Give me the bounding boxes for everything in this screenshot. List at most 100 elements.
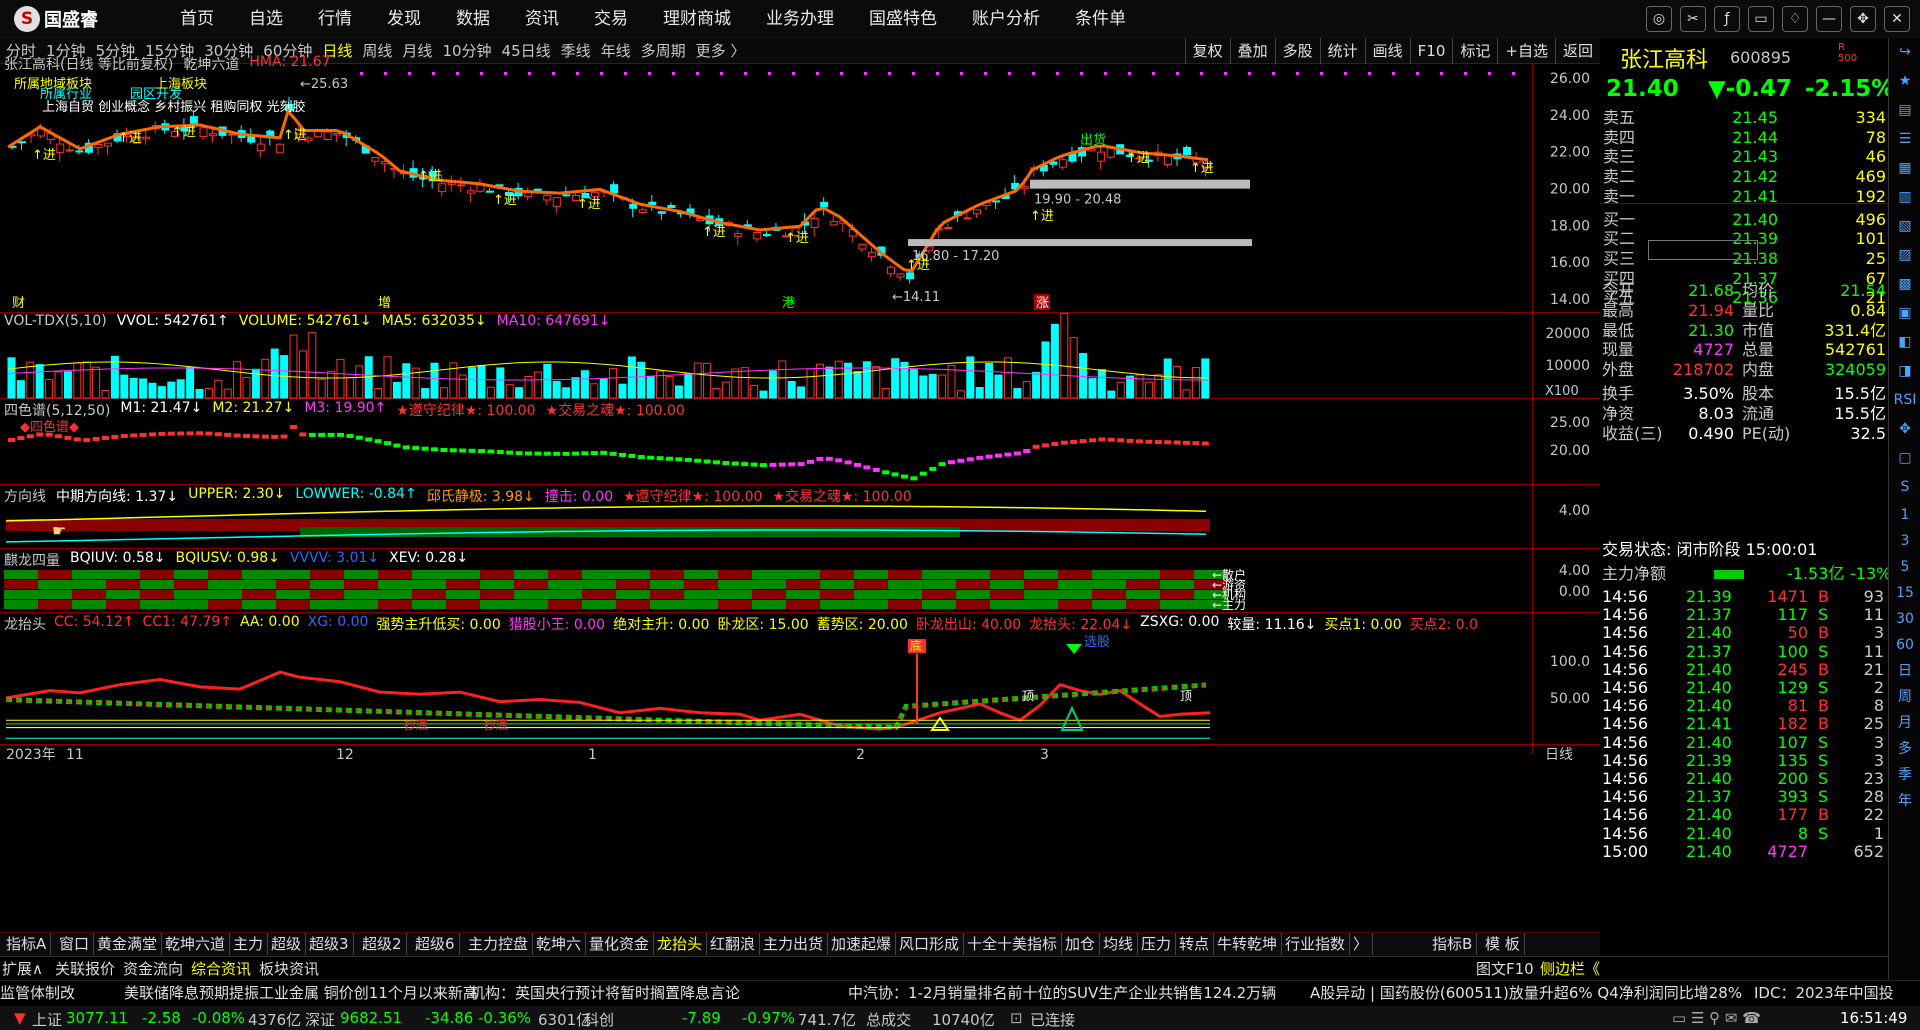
event-marker[interactable]: 财 — [12, 296, 25, 311]
list-icon[interactable]: ☰ — [1889, 125, 1920, 154]
sidebar-period[interactable]: 1 — [1889, 502, 1920, 528]
news-line[interactable]: 监管体制改 美联储降息预期提振工业金属 铜价创11个月以来新高 机构：英国央行预计将… — [0, 980, 1920, 1006]
indicator-tab[interactable]: 风口形成 — [895, 933, 965, 955]
skin-icon[interactable]: ♢ — [1782, 6, 1808, 32]
sidebar-period[interactable]: 3 — [1889, 528, 1920, 554]
app-logo[interactable]: S 国盛睿 — [14, 6, 98, 32]
formula-icon[interactable]: ƒ — [1714, 6, 1740, 32]
menu-item[interactable]: 账户分析 — [972, 0, 1040, 38]
indicator-tab[interactable]: 压力 — [1137, 933, 1177, 955]
sidebar-period[interactable]: 多 — [1889, 736, 1920, 762]
period-tab[interactable]: 多周期 — [641, 38, 686, 64]
star-icon[interactable]: ★ — [1889, 67, 1920, 96]
menu-item[interactable]: 首页 — [180, 0, 214, 38]
indicator-tab[interactable]: 指标A — [2, 933, 52, 955]
chart-tool-button[interactable]: 复权 — [1184, 38, 1230, 64]
event-marker[interactable]: 涨 — [1036, 296, 1049, 311]
sidebar-period[interactable]: 60 — [1889, 632, 1920, 658]
info-tab[interactable]: 板块资讯 — [259, 957, 319, 980]
news-item[interactable]: IDC：2023年中国投 — [1754, 981, 1894, 1005]
sidebar-period[interactable]: 5 — [1889, 554, 1920, 580]
grid-icon[interactable]: ▦ — [1889, 154, 1920, 183]
sidebar-tool-icon[interactable]: ▨ — [1889, 241, 1920, 270]
news-item[interactable]: 监管体制改 — [0, 981, 75, 1005]
sidebar-tool-icon[interactable]: RSI — [1889, 386, 1920, 415]
indicator-tab[interactable]: 黄金满堂 — [93, 933, 163, 955]
news-item[interactable]: 中汽协：1-2月销量排名前十位的SUV生产企业共销售124.2万辆 — [848, 981, 1276, 1005]
order-book-row[interactable]: 卖一 21.41 192 — [1600, 185, 1888, 209]
sidebar-tool-icon[interactable]: ◧ — [1889, 328, 1920, 357]
indicator-tab[interactable]: 红翻浪 — [706, 933, 761, 955]
indicator-name[interactable]: 乾坤六道 — [183, 54, 239, 74]
sidebar-period[interactable]: 周 — [1889, 684, 1920, 710]
chart-icon[interactable]: ▤ — [1889, 96, 1920, 125]
sidebar-tool-icon[interactable]: S — [1889, 473, 1920, 502]
sidebar-period[interactable]: 30 — [1889, 606, 1920, 632]
menu-item[interactable]: 交易 — [594, 0, 628, 38]
sidebar-tool-icon[interactable]: ◨ — [1889, 357, 1920, 386]
sidebar-tool-icon[interactable]: ▣ — [1889, 299, 1920, 328]
maximize-icon[interactable]: ✥ — [1850, 6, 1876, 32]
indicator-tab[interactable]: 窗口 — [55, 933, 95, 955]
info-tab[interactable]: 扩展∧ — [2, 957, 43, 980]
info-tab[interactable]: 关联报价 — [55, 957, 115, 980]
period-tab[interactable]: 10分钟 — [442, 38, 491, 64]
menu-item[interactable]: 业务办理 — [766, 0, 834, 38]
indicator-tab[interactable]: 十全十美指标 — [963, 933, 1063, 955]
indicator-tab[interactable]: 乾坤六道 — [161, 933, 231, 955]
indicator-tab[interactable]: 行业指数 — [1281, 933, 1351, 955]
close-icon[interactable]: ✕ — [1884, 6, 1910, 32]
sidebar-period[interactable]: 年 — [1889, 788, 1920, 814]
period-tab[interactable]: 周线 — [362, 38, 392, 64]
sidebar-toggle[interactable]: 侧边栏《 — [1540, 957, 1600, 980]
chart-tool-button[interactable]: +自选 — [1497, 38, 1555, 64]
sidebar-tool-icon[interactable]: ▧ — [1889, 212, 1920, 241]
indicator-tab[interactable]: 〉 — [1349, 933, 1374, 955]
indicator-tab[interactable]: 转点 — [1175, 933, 1215, 955]
indicator-tab[interactable]: 模 板 — [1481, 933, 1525, 955]
indicator-tab[interactable]: 龙抬头 — [653, 933, 708, 955]
indicator-tab[interactable]: 主力控盘 — [464, 933, 534, 955]
menu-item[interactable]: 理财商城 — [663, 0, 731, 38]
indicator-tab[interactable]: 指标B — [1428, 933, 1478, 955]
chat-icon[interactable]: ◎ — [1646, 6, 1672, 32]
arrow-icon[interactable]: ↪ — [1889, 38, 1920, 67]
indicator-tab[interactable]: 量化资金 — [585, 933, 655, 955]
indicator-tab[interactable]: 超级 — [267, 933, 307, 955]
chart-tool-button[interactable]: 多股 — [1274, 38, 1320, 64]
minimize-icon[interactable]: — — [1816, 6, 1842, 32]
tray-icons[interactable]: ▭ ☰ ⚲ ✉ ☎ — [1672, 1009, 1761, 1027]
chart-tool-button[interactable]: 标记 — [1452, 38, 1497, 64]
indicator-tab[interactable]: 主力 — [229, 933, 269, 955]
menu-item[interactable]: 行情 — [318, 0, 352, 38]
menu-item[interactable]: 资讯 — [525, 0, 559, 38]
news-item[interactable]: 美联储降息预期提振工业金属 铜价创11个月以来新高 — [124, 981, 478, 1005]
sidebar-tool-icon[interactable]: ✥ — [1889, 415, 1920, 444]
screen-icon[interactable]: ▭ — [1748, 6, 1774, 32]
sidebar-period[interactable]: 月 — [1889, 710, 1920, 736]
sidebar-period[interactable]: 季 — [1889, 762, 1920, 788]
info-tab[interactable]: 资金流向 — [123, 957, 183, 980]
sidebar-tool-icon[interactable]: ▢ — [1889, 444, 1920, 473]
sidebar-period[interactable]: 15 — [1889, 580, 1920, 606]
indicator-tab[interactable]: 加速起爆 — [827, 933, 897, 955]
menu-item[interactable]: 条件单 — [1075, 0, 1126, 38]
chart-tool-button[interactable]: 叠加 — [1229, 38, 1275, 64]
event-marker[interactable]: 港 — [782, 296, 795, 311]
period-tab[interactable]: 年线 — [601, 38, 631, 64]
chart-tool-button[interactable]: 统计 — [1319, 38, 1365, 64]
chart-tool-button[interactable]: 画线 — [1364, 38, 1410, 64]
menu-item[interactable]: 自选 — [249, 0, 283, 38]
indicator-tab[interactable]: 超级6 — [411, 933, 460, 955]
event-marker[interactable]: 增 — [378, 296, 391, 311]
news-ticker[interactable]: 扩展∧ 关联报价 资金流向 综合资讯 板块资讯 图文F10 侧边栏《 — [0, 956, 1920, 980]
tools-icon[interactable]: ✂ — [1680, 6, 1706, 32]
sidebar-tool-icon[interactable]: ▥ — [1889, 183, 1920, 212]
indicator-tab[interactable]: 加仓 — [1061, 933, 1101, 955]
chart-tool-button[interactable]: 返回 — [1554, 38, 1600, 64]
indicator-tab[interactable]: 均线 — [1099, 933, 1139, 955]
info-tab[interactable]: 综合资讯 — [191, 957, 251, 980]
indicator-tab[interactable]: 乾坤六 — [532, 933, 587, 955]
indicator-tab[interactable]: 超级2 — [358, 933, 407, 955]
period-tab[interactable]: 季线 — [561, 38, 591, 64]
